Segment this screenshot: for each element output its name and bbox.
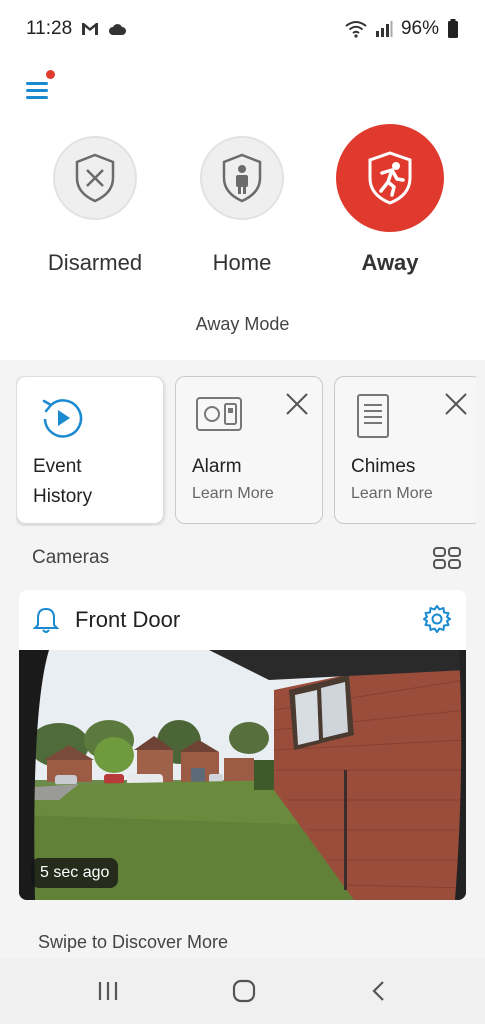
alarm-card[interactable]: Alarm Learn More xyxy=(175,376,323,524)
shield-running-icon xyxy=(336,124,444,232)
card-title: Chimes xyxy=(351,456,416,477)
snapshot-time-badge: 5 sec ago xyxy=(31,858,119,888)
mode-home[interactable]: Home xyxy=(172,136,312,276)
event-history-card[interactable]: Event History xyxy=(16,376,164,524)
card-title: Event xyxy=(33,456,82,477)
cameras-title: Cameras xyxy=(32,547,110,568)
camera-card-header: Front Door xyxy=(19,590,466,650)
bell-icon[interactable] xyxy=(33,606,59,634)
recent-apps-icon[interactable] xyxy=(96,980,120,1002)
battery-percent: 96% xyxy=(400,18,439,39)
shield-person-icon xyxy=(200,136,284,220)
card-title: Alarm xyxy=(192,456,242,477)
chime-device-icon xyxy=(357,394,389,438)
mode-caption: Away Mode xyxy=(195,314,290,334)
cloud-icon xyxy=(109,24,127,35)
security-mode-panel: Disarmed Home Away Away Mode xyxy=(0,58,485,360)
system-nav-bar xyxy=(0,958,485,1024)
wifi-icon xyxy=(345,21,367,38)
learn-more-link[interactable]: Learn More xyxy=(351,485,433,503)
quick-cards-carousel[interactable]: Event History Alarm Learn More Chimes Le… xyxy=(16,376,476,526)
swipe-hint: Swipe to Discover More xyxy=(38,932,229,952)
gmail-icon xyxy=(82,23,99,35)
gear-icon[interactable] xyxy=(422,604,452,634)
home-icon[interactable] xyxy=(232,979,256,1003)
menu-button[interactable] xyxy=(22,70,56,104)
card-title: History xyxy=(33,486,93,507)
close-icon[interactable] xyxy=(443,391,469,417)
camera-card[interactable]: Front Door 5 sec ago xyxy=(19,590,466,900)
back-icon[interactable] xyxy=(369,979,389,1003)
cameras-header: Cameras xyxy=(32,546,462,570)
battery-icon xyxy=(448,19,458,38)
chimes-card[interactable]: Chimes Learn More xyxy=(334,376,476,524)
camera-snapshot[interactable]: 5 sec ago xyxy=(19,650,466,900)
status-bar: 11:28 96% xyxy=(0,0,485,58)
mode-disarmed[interactable]: Disarmed xyxy=(25,136,165,276)
mode-label: Disarmed xyxy=(47,250,143,275)
alarm-device-icon xyxy=(196,397,242,431)
close-icon[interactable] xyxy=(284,391,310,417)
grid-view-icon[interactable] xyxy=(432,546,462,570)
learn-more-link[interactable]: Learn More xyxy=(192,485,274,503)
signal-icon xyxy=(375,21,393,37)
mode-label: Home xyxy=(212,250,272,275)
notification-dot xyxy=(46,70,55,79)
mode-label: Away xyxy=(361,250,419,275)
status-time: 11:28 xyxy=(26,18,73,39)
camera-name: Front Door xyxy=(75,607,181,632)
mode-away[interactable]: Away xyxy=(320,124,460,276)
history-play-icon xyxy=(42,399,83,438)
shield-x-icon xyxy=(53,136,137,220)
